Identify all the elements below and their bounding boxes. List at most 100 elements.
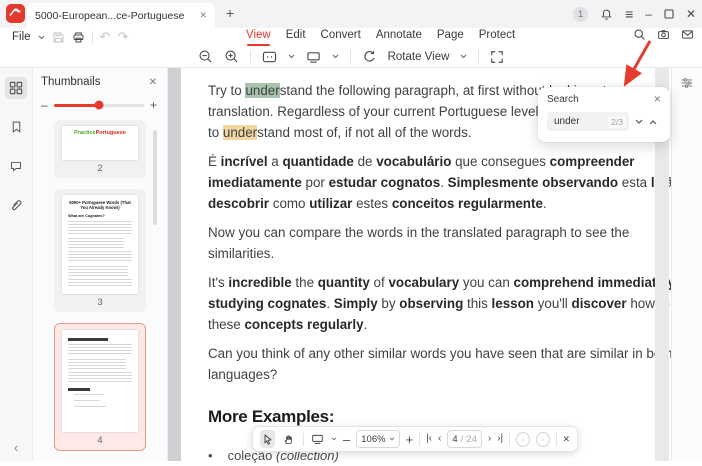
zoom-level-select[interactable]: 106% [356, 430, 400, 448]
page-settings-icon[interactable] [680, 76, 694, 90]
view-toolbar: Rotate View [0, 46, 702, 68]
thumb2-page-number: 2 [97, 163, 103, 174]
zoom-out-icon[interactable] [198, 49, 213, 64]
undo-icon[interactable]: ↶ [100, 29, 111, 45]
select-tool-icon[interactable] [260, 430, 276, 448]
tab-close-icon[interactable]: ✕ [199, 10, 207, 21]
thumbnails-panel-icon[interactable] [5, 77, 27, 99]
window-controls: 1 ≡ – ✕ [573, 0, 696, 28]
slider-knob[interactable] [94, 100, 104, 110]
file-chevron-down-icon[interactable] [38, 35, 45, 40]
thumbnails-panel-title: Thumbnails [41, 76, 101, 88]
view-forward-icon[interactable]: › [535, 431, 550, 447]
search-close-icon[interactable]: ✕ [653, 94, 661, 105]
menu-annotate[interactable]: Annotate [376, 29, 422, 45]
slider-minus-icon[interactable]: – [41, 99, 48, 111]
paragraph: Can you think of any other similar words… [208, 346, 673, 382]
total-pages: 24 [466, 433, 477, 445]
menu-protect[interactable]: Protect [479, 29, 515, 45]
thumb4-page-number: 4 [97, 435, 103, 446]
next-page-icon[interactable]: › [488, 434, 491, 444]
menu-edit[interactable]: Edit [286, 29, 306, 45]
fit-page-icon[interactable] [262, 50, 277, 64]
search-next-icon[interactable] [635, 119, 643, 125]
app-logo-icon [6, 4, 25, 23]
main-menu-icon[interactable]: ≡ [625, 7, 633, 21]
floating-page-toolbar: – 106% + |‹ ‹ 4 / 24 › ›| ‹ › ✕ [252, 426, 578, 452]
mail-icon[interactable] [681, 28, 694, 41]
rotate-view-label[interactable]: Rotate View [388, 51, 450, 63]
view-back-icon[interactable]: ‹ [516, 431, 530, 447]
doc-heading: More Examples: [208, 407, 335, 426]
tab-title: 5000-European...ce-Portuguese [35, 9, 185, 22]
fullscreen-icon[interactable] [490, 50, 504, 64]
close-window-button[interactable]: ✕ [686, 8, 696, 20]
print-icon[interactable] [72, 31, 85, 44]
menu-page[interactable]: Page [437, 29, 464, 45]
comments-panel-icon[interactable] [5, 155, 27, 177]
search-input[interactable] [554, 116, 600, 127]
slider-plus-icon[interactable]: + [150, 99, 157, 111]
maximize-button[interactable] [664, 9, 674, 19]
thumbnail-list: PracticePortuguese 2 5000+ Portuguese Wo… [33, 120, 167, 451]
save-icon[interactable] [52, 31, 65, 44]
redo-icon[interactable]: ↷ [117, 29, 128, 45]
thumbnails-scrollbar[interactable] [153, 130, 157, 225]
page-divider: / [460, 433, 464, 445]
thumbnails-close-icon[interactable]: ✕ [149, 77, 157, 88]
bookmarks-panel-icon[interactable] [5, 116, 27, 138]
search-popup-title: Search [547, 94, 579, 105]
search-field[interactable]: 2/3 [547, 112, 629, 131]
current-page: 4 [452, 433, 458, 445]
rotate-view-chevron-icon[interactable] [460, 54, 467, 59]
rotate-view-icon[interactable] [362, 49, 377, 64]
titlebar: 5000-European...ce-Portuguese ✕ + 1 ≡ – … [0, 0, 702, 28]
slider-track[interactable] [53, 100, 144, 110]
collapse-panel-icon[interactable]: ‹ [0, 440, 32, 455]
zoom-decrease-icon[interactable]: – [343, 433, 350, 446]
thumbnail-page-2[interactable]: PracticePortuguese 2 [54, 120, 146, 178]
menubar: File ↶ ↷ View Edit Convert Annotate Page… [0, 28, 702, 46]
last-page-icon[interactable]: ›| [497, 434, 503, 444]
attachments-panel-icon[interactable] [5, 194, 27, 216]
search-icon[interactable] [633, 28, 646, 41]
main-menus: View Edit Convert Annotate Page Protect [246, 29, 515, 46]
hand-tool-icon[interactable] [281, 430, 296, 448]
page-number-field[interactable]: 4 / 24 [447, 430, 482, 448]
read-mode-chevron-icon[interactable] [332, 54, 339, 59]
account-badge[interactable]: 1 [573, 6, 589, 22]
zoom-level-value: 106% [361, 433, 386, 445]
thumbnail-page-3[interactable]: 5000+ Portuguese Words (That You Already… [54, 189, 146, 312]
thumb3-title: 5000+ Portuguese Words (That You Already… [69, 200, 131, 211]
document-tab[interactable]: 5000-European...ce-Portuguese ✕ [27, 3, 215, 28]
zoom-increase-icon[interactable]: + [406, 433, 414, 446]
paragraph: It's incredible the quantity of vocabula… [208, 275, 702, 332]
search-result-counter: 2/3 [608, 115, 626, 128]
thumbnail-page-4[interactable]: 4 [54, 323, 146, 451]
read-mode-icon[interactable] [306, 50, 321, 64]
notifications-bell-icon[interactable] [600, 8, 613, 21]
snapshot-camera-icon[interactable] [657, 28, 670, 41]
first-page-icon[interactable]: |‹ [426, 434, 432, 444]
bullet-dot: • [208, 448, 213, 463]
new-tab-button[interactable]: + [226, 5, 234, 21]
search-popup: Search ✕ 2/3 [538, 87, 670, 142]
thumb3-subtitle: What are Cognates? [68, 213, 105, 218]
search-prev-icon[interactable] [649, 119, 657, 125]
zoom-in-icon[interactable] [224, 49, 239, 64]
read-mode-bottom-icon[interactable] [310, 430, 325, 448]
sidebar-icon-strip: ‹ [0, 68, 33, 461]
read-mode-bottom-chevron-icon[interactable] [331, 437, 337, 441]
file-menu[interactable]: File [12, 31, 31, 43]
menu-view[interactable]: View [246, 29, 271, 46]
page-gutter [168, 68, 181, 461]
thumb2-logo: PracticePortuguese [74, 130, 126, 136]
previous-page-icon[interactable]: ‹ [438, 434, 441, 444]
fit-page-chevron-icon[interactable] [288, 54, 295, 59]
right-tool-strip [671, 68, 702, 461]
menu-convert[interactable]: Convert [321, 29, 361, 45]
minimize-button[interactable]: – [645, 8, 652, 20]
thumbnails-panel: Thumbnails ✕ – + PracticePortuguese 2 50… [33, 68, 168, 461]
thumbnail-size-slider[interactable]: – + [41, 99, 157, 111]
close-toolbar-icon[interactable]: ✕ [562, 434, 570, 444]
